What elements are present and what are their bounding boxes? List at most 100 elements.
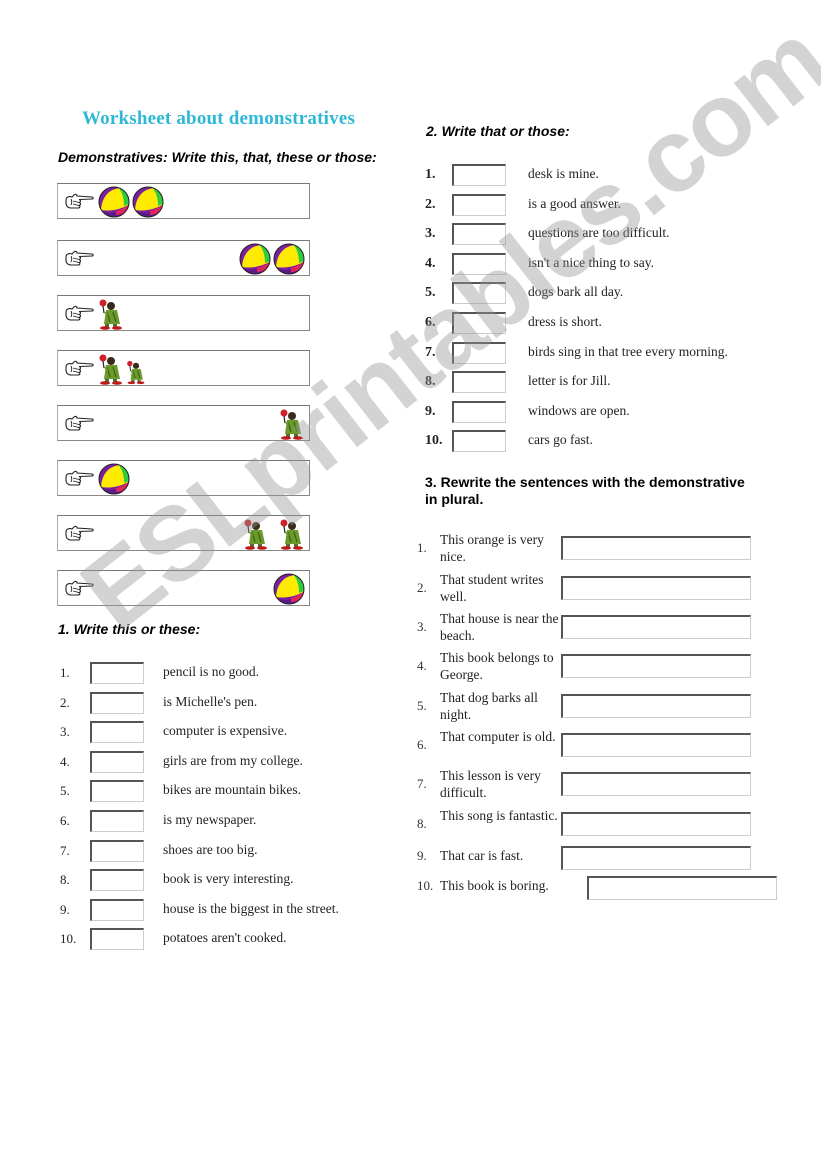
section3-heading-line1: 3. Rewrite the sentences with the demons… (425, 474, 745, 490)
item-number: 7. (417, 776, 427, 791)
answer-input[interactable] (90, 780, 144, 803)
answer-input[interactable] (452, 371, 506, 394)
answer-input[interactable] (90, 898, 144, 921)
sentence-text: windows are open. (528, 402, 630, 418)
item-number: 4. (425, 255, 436, 271)
picture-row (57, 460, 310, 496)
picture-row (57, 570, 310, 606)
item-number: 3. (417, 619, 427, 634)
picture-row (57, 515, 310, 551)
picture-items (279, 407, 305, 440)
item-number: 3. (60, 724, 70, 740)
rewrite-input[interactable] (561, 615, 751, 639)
intro-heading: Demonstratives: Write this, that, these … (58, 149, 377, 165)
answer-input[interactable] (90, 869, 144, 892)
sentence-text: bikes are mountain bikes. (163, 782, 301, 798)
answer-input[interactable] (452, 430, 506, 453)
sentence-text: computer is expensive. (163, 723, 288, 739)
sentence-text: This book is boring. (440, 878, 549, 893)
item-number: 8. (417, 816, 427, 831)
picture-items (98, 185, 164, 218)
sentence-text: dress is short. (528, 314, 602, 329)
item-number: 10. (60, 931, 77, 947)
picture-row (57, 405, 310, 441)
clown-icon (98, 353, 124, 385)
sentence-text: isn't a nice thing to say. (528, 254, 655, 270)
rewrite-input[interactable] (561, 536, 751, 560)
rewrite-input[interactable] (561, 654, 751, 678)
clown-small-icon (126, 359, 146, 385)
ball-icon (132, 186, 164, 218)
answer-input[interactable] (452, 400, 506, 423)
item-number: 4. (60, 753, 70, 769)
rewrite-input[interactable] (561, 733, 751, 757)
clown-icon (243, 518, 269, 550)
page-title: Worksheet about demonstratives (82, 108, 356, 129)
ball-icon (273, 573, 305, 605)
sentence-text: desk is mine. (528, 166, 599, 181)
answer-input[interactable] (90, 691, 144, 714)
picture-items (98, 462, 130, 495)
item-number: 2. (60, 694, 70, 710)
item-number: 7. (425, 344, 436, 360)
item-number: 9. (417, 848, 427, 863)
item-number: 1. (417, 540, 427, 555)
answer-input[interactable] (90, 839, 144, 862)
item-number: 5. (60, 783, 70, 799)
rewrite-input[interactable] (561, 576, 751, 600)
answer-input[interactable] (452, 282, 506, 305)
sentence-text: girls are from my college. (163, 752, 303, 768)
sentence-text: is Michelle's pen. (163, 693, 258, 709)
section3-heading-line2: in plural. (425, 491, 484, 507)
picture-items (273, 572, 305, 605)
answer-input[interactable] (90, 750, 144, 773)
item-number: 7. (60, 842, 70, 858)
section2-heading: 2. Write that or those: (426, 123, 570, 139)
rewrite-input[interactable] (561, 694, 751, 718)
sentence-text: That dog barks all night. (440, 690, 538, 722)
picture-row (57, 240, 310, 276)
sentence-text: letter is for Jill. (528, 373, 611, 389)
pointing-hand-icon (64, 250, 94, 268)
answer-input[interactable] (452, 312, 506, 334)
picture-row (57, 350, 310, 386)
rewrite-input[interactable] (561, 812, 751, 836)
sentence-text: dogs bark all day. (528, 284, 624, 300)
pointing-hand-icon (64, 580, 94, 598)
answer-input[interactable] (452, 341, 506, 364)
rewrite-input[interactable] (561, 772, 751, 796)
answer-input[interactable] (452, 223, 506, 246)
clown-icon (279, 408, 305, 440)
answer-input[interactable] (452, 252, 506, 275)
clown-icon (98, 298, 124, 330)
item-number: 1. (60, 665, 70, 680)
ball-icon (98, 463, 130, 495)
picture-items (98, 352, 146, 385)
ball-icon (98, 186, 130, 218)
answer-input[interactable] (452, 193, 506, 216)
item-number: 9. (425, 403, 436, 419)
sentence-text: is my newspaper. (163, 812, 257, 827)
sentence-text: potatoes aren't cooked. (163, 930, 287, 946)
rewrite-input[interactable] (587, 876, 777, 900)
picture-row (57, 183, 310, 219)
sentence-text: This book belongs to George. (440, 650, 554, 682)
answer-input[interactable] (90, 721, 144, 744)
item-number: 10. (425, 433, 443, 449)
item-number: 6. (417, 737, 427, 752)
answer-input[interactable] (90, 810, 144, 832)
rewrite-input[interactable] (561, 846, 751, 870)
sentence-text: That student writes well. (440, 572, 544, 604)
item-number: 5. (425, 285, 436, 301)
sentence-text: birds sing in that tree every morning. (528, 343, 728, 359)
sentence-text: cars go fast. (528, 432, 593, 448)
answer-input[interactable] (90, 928, 144, 951)
pointing-hand-icon (64, 470, 94, 488)
answer-input[interactable] (90, 662, 144, 684)
item-number: 5. (417, 698, 427, 713)
pointing-hand-icon (64, 360, 94, 378)
sentence-text: This song is fantastic. (440, 808, 558, 823)
item-number: 4. (417, 658, 427, 673)
pointing-hand-icon (64, 193, 94, 211)
answer-input[interactable] (452, 164, 506, 186)
